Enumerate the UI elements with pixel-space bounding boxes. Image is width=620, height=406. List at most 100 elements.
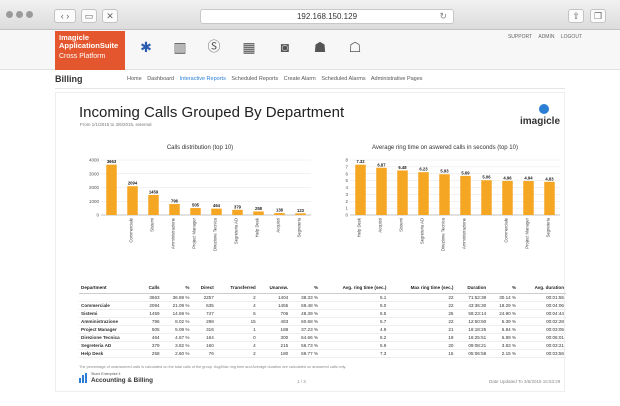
table-cell: 69.48 % — [290, 301, 321, 310]
brand-logo[interactable]: Imagicle ApplicationSuite Cross Platform — [55, 31, 125, 70]
table-cell: 15 — [388, 349, 456, 358]
data-label: 5.69 — [461, 170, 470, 175]
zoom-window-button[interactable] — [26, 11, 33, 18]
menu-interactive-reports[interactable]: Interactive Reports — [180, 76, 226, 82]
column-header: Unansw. — [257, 282, 291, 294]
menu-scheduled-alarms[interactable]: Scheduled Alarms — [321, 76, 365, 82]
menu-dashboard[interactable]: Dashboard — [147, 76, 174, 82]
data-label: 5.93 — [440, 169, 449, 174]
table-cell: 18.29 % — [488, 301, 519, 310]
table-row: Help Desk 258 2.60 % 76 2 180 69.77 % 7.3 15 05:0… — [79, 349, 566, 358]
x-tick-label: Segreteria AD — [234, 218, 239, 244]
admin-link[interactable]: ADMIN — [538, 34, 554, 40]
back-forward-buttons[interactable]: ‹ › — [54, 9, 76, 23]
address-bar[interactable]: 192.168.150.129 ↻ — [200, 9, 454, 24]
table-cell: 12:50:50 — [455, 317, 489, 326]
bar-chart-icon[interactable]: ▥ — [171, 38, 189, 56]
table-cell: 2 — [215, 293, 258, 302]
department-table: Department Calls% Direct Transferred Unansw.… — [79, 282, 566, 358]
imagicle-logo: imagicle — [520, 104, 566, 130]
column-header: % — [290, 282, 321, 294]
data-label: 1459 — [149, 189, 159, 194]
x-tick-label: Segreteria AD — [420, 218, 425, 244]
reader-icon[interactable]: ✕ — [102, 9, 118, 23]
support-link[interactable]: SUPPORT — [508, 34, 532, 40]
table-cell: 69.77 % — [290, 349, 321, 358]
x-tick-label: Sistemi — [399, 218, 404, 232]
table-cell: 164 — [191, 333, 216, 342]
bar — [544, 181, 555, 215]
column-header: Avg. ring time (sec.) — [320, 282, 389, 294]
contacts-icon[interactable]: ◙ — [276, 38, 294, 56]
table-cell: Sistemi — [79, 309, 141, 318]
fax-icon[interactable]: ▦ — [240, 38, 258, 56]
table-cell: 14.69 % — [161, 309, 192, 318]
x-tick-label: Project Manager — [525, 217, 530, 248]
x-tick-label: Help Desk — [357, 217, 362, 237]
table-cell: Segreteria AD — [79, 341, 141, 350]
dollar-icon[interactable]: Ⓢ — [205, 38, 223, 56]
table-cell: 64.66 % — [290, 333, 321, 342]
column-header: Department — [79, 282, 141, 294]
table-body: 3663 36.89 % 2257 2 1404 38.33 % 5.1 22 71:52:39… — [79, 293, 566, 358]
users-icon[interactable]: ☗ — [311, 38, 329, 56]
table-cell: 6.84 % — [488, 325, 519, 334]
tabs-icon[interactable]: ❐ — [590, 9, 606, 23]
money-person-icon[interactable]: ☖ — [346, 38, 364, 56]
x-tick-label: Project Manager — [192, 217, 197, 248]
table-cell: 464 — [140, 333, 162, 342]
bar — [148, 194, 159, 215]
table-cell: 37.23 % — [290, 325, 321, 334]
table-cell: 5.1 — [320, 293, 389, 302]
data-label: 379 — [234, 204, 242, 209]
table-cell: 19 — [388, 333, 456, 342]
table-cell: 22 — [388, 301, 456, 310]
logout-link[interactable]: LOGOUT — [561, 34, 582, 40]
data-label: 796 — [171, 199, 179, 204]
data-label: 138 — [276, 208, 284, 213]
y-tick-label: 0 — [345, 213, 348, 218]
table-cell: 2257 — [191, 293, 216, 302]
menu-scheduled-reports[interactable]: Scheduled Reports — [231, 76, 278, 82]
table-cell: 796 — [140, 317, 162, 326]
table-row: Amministrazione 796 8.02 % 298 15 483 60.68 % 5… — [79, 317, 566, 326]
table-cell: 00:06:01 — [518, 333, 566, 342]
table-cell: 6 — [215, 309, 258, 318]
menu-create-alarm[interactable]: Create Alarm — [284, 76, 316, 82]
table-cell: 3.82 % — [161, 341, 192, 350]
sidebar-toggle-icon[interactable]: ▭ — [81, 9, 97, 23]
table-cell: 09:08:21 — [455, 341, 489, 350]
gear-icon[interactable]: ✱ — [137, 38, 155, 56]
table-cell: 00:04:06 — [518, 301, 566, 310]
table-cell: 1455 — [257, 301, 291, 310]
column-header: Transferred — [215, 282, 258, 294]
data-label: 2094 — [128, 181, 138, 186]
browser-window: ‹ › ▭ ✕ 192.168.150.129 ↻ ⇧ ❐ Imagicle A… — [0, 0, 620, 406]
table-row: 3663 36.89 % 2257 2 1404 38.33 % 5.1 22 71:52:39… — [79, 293, 566, 302]
top-links: SUPPORT ADMIN LOGOUT — [503, 34, 582, 40]
report-subtitle: From 1/1/2015 to 3/6/2015, external — [80, 122, 152, 127]
close-window-button[interactable] — [6, 11, 13, 18]
table-cell: 258 — [140, 349, 162, 358]
menu-home[interactable]: Home — [127, 76, 142, 82]
bar — [418, 172, 429, 215]
x-tick-label: Acquisti — [276, 218, 281, 233]
bar — [355, 164, 366, 215]
y-tick-label: 1000 — [89, 199, 100, 204]
table-row: Direzione Tecnica 464 4.67 % 164 0 300 64.66 %… — [79, 333, 566, 342]
data-label: 123 — [297, 208, 305, 213]
reload-icon[interactable]: ↻ — [439, 10, 447, 23]
bar — [169, 204, 180, 215]
menu-administrative-pages[interactable]: Administrative Pages — [371, 76, 423, 82]
table-cell: 56.73 % — [290, 341, 321, 350]
date-updated: Date Updated To 3/6/2015 15:53:29 — [489, 379, 561, 384]
report-title: Incoming Calls Grouped By Department — [79, 104, 345, 121]
minimize-window-button[interactable] — [16, 11, 23, 18]
x-tick-label: Acquisti — [378, 218, 383, 233]
table-cell: 4.9 — [320, 325, 389, 334]
section-title: Billing — [55, 74, 83, 84]
table-cell: 38.33 % — [290, 293, 321, 302]
table-cell: 60.68 % — [290, 317, 321, 326]
table-cell: 5.7 — [320, 317, 389, 326]
share-icon[interactable]: ⇧ — [568, 9, 584, 23]
